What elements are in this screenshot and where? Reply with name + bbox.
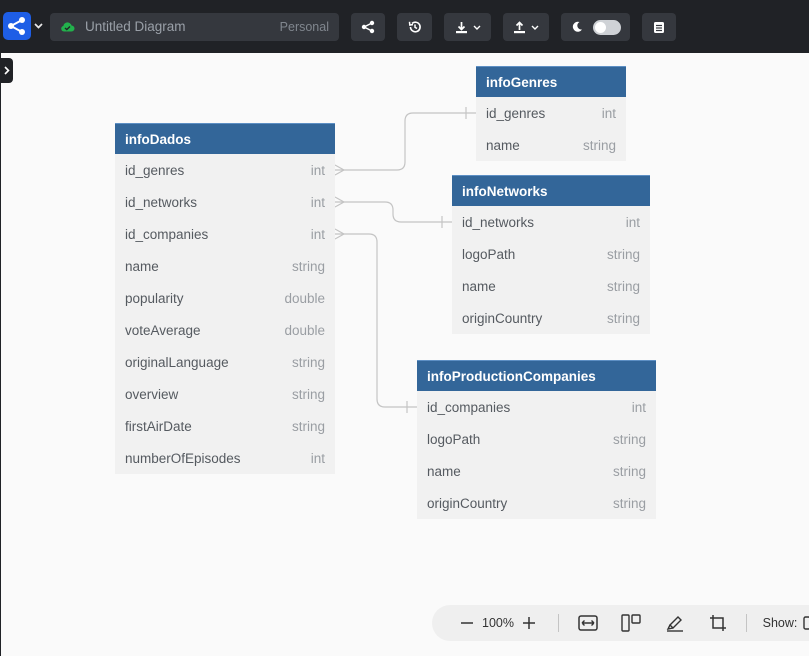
highlighter-icon bbox=[666, 616, 683, 632]
table-header[interactable]: infoNetworks bbox=[452, 175, 650, 206]
canvas-controls-bar: 100% Show: bbox=[432, 605, 809, 641]
table-field[interactable]: id_genres int bbox=[476, 97, 626, 129]
relationship-line-networks bbox=[335, 201, 452, 223]
table-infoDados[interactable]: infoDados id_genres int id_networks int id… bbox=[115, 123, 335, 474]
minus-icon bbox=[461, 622, 473, 624]
chevron-down-icon bbox=[531, 25, 539, 30]
relationship-line-genres bbox=[335, 112, 476, 171]
table-field[interactable]: id_genres int bbox=[115, 154, 335, 186]
app-menu-chevron-icon[interactable] bbox=[32, 18, 44, 34]
download-button[interactable] bbox=[444, 13, 491, 41]
table-field[interactable]: id_networks int bbox=[115, 186, 335, 218]
chevron-down-icon bbox=[473, 25, 480, 30]
table-field[interactable]: originCountry string bbox=[417, 487, 656, 519]
sidebar-toggle-button[interactable] bbox=[1, 58, 13, 83]
table-field[interactable]: originCountry string bbox=[452, 302, 650, 334]
download-icon bbox=[455, 21, 467, 33]
history-button[interactable] bbox=[397, 13, 432, 41]
theme-toggle-button[interactable] bbox=[561, 13, 630, 41]
notes-icon bbox=[654, 21, 664, 33]
fit-to-screen-icon bbox=[578, 615, 598, 631]
table-field[interactable]: name string bbox=[115, 250, 335, 282]
table-field[interactable]: name string bbox=[452, 270, 650, 302]
upload-button[interactable] bbox=[503, 13, 549, 41]
crop-icon bbox=[710, 615, 726, 631]
share-icon bbox=[361, 20, 375, 34]
zoom-out-button[interactable] bbox=[458, 605, 476, 641]
layout-icon bbox=[621, 614, 641, 632]
divider bbox=[558, 614, 559, 632]
diagram-canvas[interactable]: infoDados id_genres int id_networks int id… bbox=[0, 53, 809, 656]
upload-icon bbox=[514, 20, 525, 33]
zoom-in-button[interactable] bbox=[520, 605, 538, 641]
table-field[interactable]: id_companies int bbox=[115, 218, 335, 250]
divider bbox=[746, 614, 747, 632]
app-logo-button[interactable] bbox=[3, 12, 31, 40]
table-header[interactable]: infoProductionCompanies bbox=[417, 360, 656, 391]
layout-button[interactable] bbox=[620, 605, 642, 641]
theme-switch[interactable] bbox=[592, 19, 621, 35]
table-field[interactable]: logoPath string bbox=[452, 238, 650, 270]
table-field[interactable]: numberOfEpisodes int bbox=[115, 442, 335, 474]
table-infoGenres[interactable]: infoGenres id_genres int name string bbox=[476, 66, 626, 161]
show-label: Show: bbox=[762, 616, 798, 630]
table-field[interactable]: popularity double bbox=[115, 282, 335, 314]
zoom-level[interactable]: 100% bbox=[480, 605, 516, 641]
diagram-icon bbox=[8, 17, 25, 35]
table-field[interactable]: name string bbox=[417, 455, 656, 487]
table-field[interactable]: firstAirDate string bbox=[115, 410, 335, 442]
top-toolbar: Untitled Diagram Personal bbox=[0, 0, 809, 53]
diagram-title: Untitled Diagram bbox=[85, 19, 186, 34]
table-header[interactable]: infoGenres bbox=[476, 66, 626, 97]
table-field[interactable]: voteAverage double bbox=[115, 314, 335, 346]
table-field[interactable]: id_companies int bbox=[417, 391, 656, 423]
table-header[interactable]: infoDados bbox=[115, 123, 335, 154]
notes-button[interactable] bbox=[642, 13, 676, 41]
show-toggle-icon[interactable] bbox=[802, 605, 809, 641]
crop-button[interactable] bbox=[707, 605, 729, 641]
diagram-title-field[interactable]: Untitled Diagram Personal bbox=[50, 13, 339, 41]
share-button[interactable] bbox=[351, 13, 385, 41]
workspace-label: Personal bbox=[279, 20, 329, 34]
table-field[interactable]: id_networks int bbox=[452, 206, 650, 238]
table-infoNetworks[interactable]: infoNetworks id_networks int logoPath stri… bbox=[452, 175, 650, 334]
plus-icon bbox=[523, 617, 535, 629]
table-field[interactable]: logoPath string bbox=[417, 423, 656, 455]
chevron-right-icon bbox=[4, 66, 10, 75]
fit-to-screen-button[interactable] bbox=[577, 605, 599, 641]
table-field[interactable]: overview string bbox=[115, 378, 335, 410]
table-field[interactable]: originalLanguage string bbox=[115, 346, 335, 378]
cloud-saved-icon bbox=[61, 22, 75, 32]
relationship-line-companies bbox=[335, 233, 417, 408]
annotate-button[interactable] bbox=[664, 605, 686, 641]
table-infoProductionCompanies[interactable]: infoProductionCompanies id_companies int … bbox=[417, 360, 656, 519]
table-field[interactable]: name string bbox=[476, 129, 626, 161]
history-icon bbox=[408, 21, 421, 33]
moon-icon bbox=[572, 21, 582, 32]
